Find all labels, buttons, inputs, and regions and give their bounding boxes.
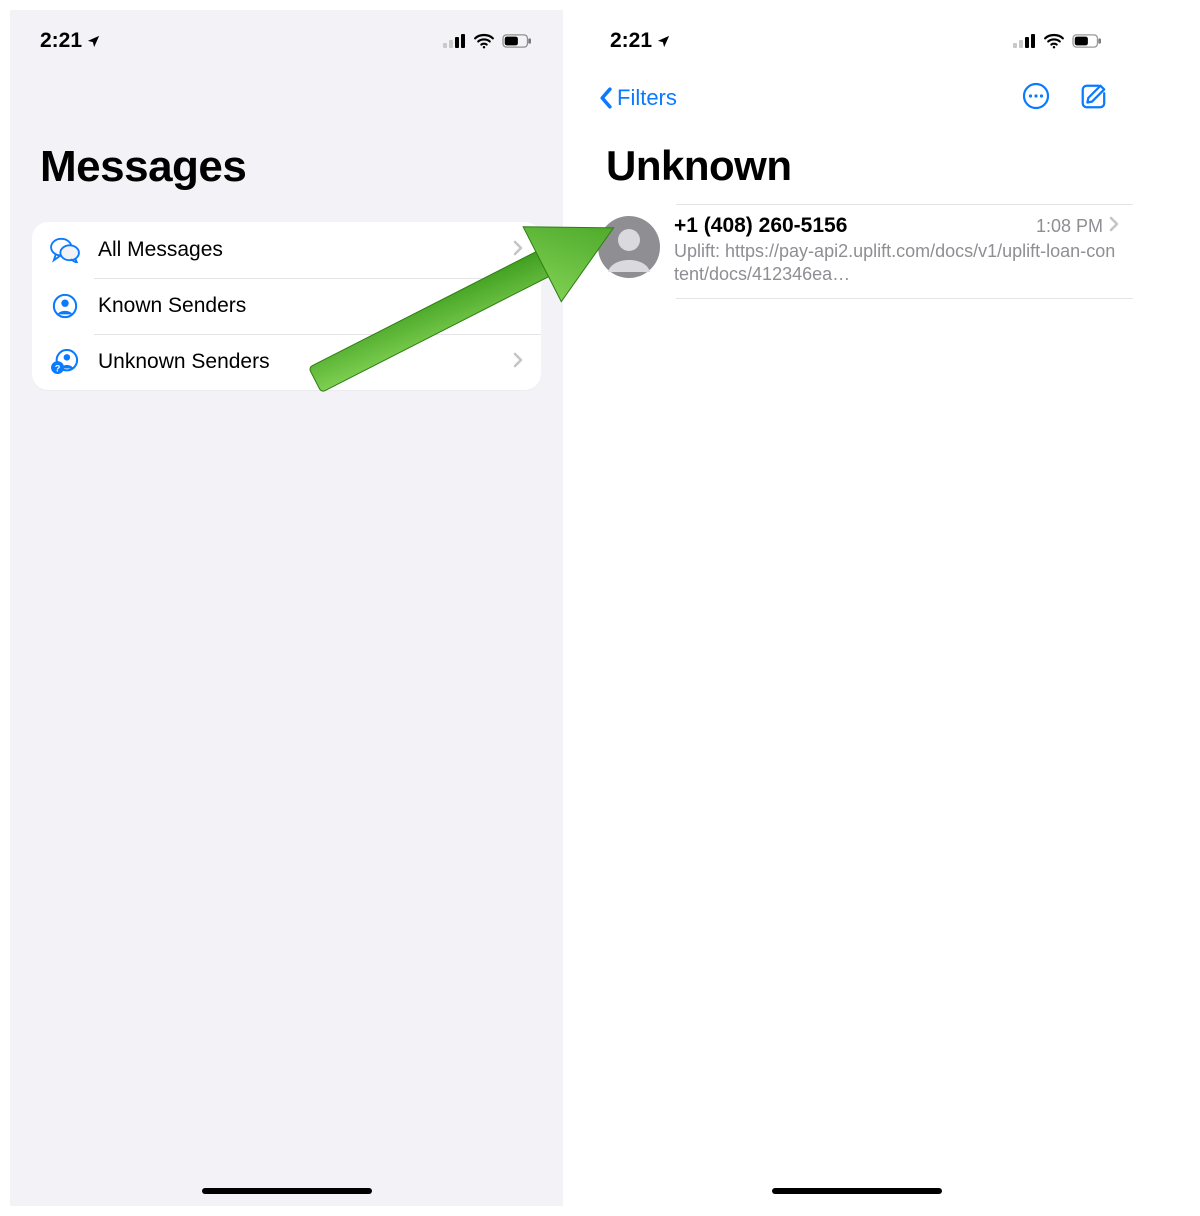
- battery-icon: [501, 34, 533, 48]
- page-title: Unknown: [580, 124, 1133, 204]
- status-time: 2:21: [610, 29, 652, 53]
- filter-list: All Messages Known Senders ? Unknown Sen…: [32, 222, 541, 390]
- status-time: 2:21: [40, 29, 82, 53]
- cellular-signal-icon: [443, 34, 467, 48]
- compose-button[interactable]: [1079, 82, 1107, 115]
- chevron-right-icon: [513, 352, 523, 373]
- ellipsis-circle-icon: [1021, 81, 1051, 111]
- avatar: [598, 216, 660, 278]
- conversation-time: 1:08 PM: [1036, 216, 1103, 237]
- filter-all-messages[interactable]: All Messages: [32, 222, 541, 278]
- back-label: Filters: [617, 85, 677, 111]
- person-question-icon: ?: [50, 349, 80, 375]
- filter-label: Known Senders: [98, 294, 523, 318]
- chevron-left-icon: [598, 87, 613, 109]
- messages-filter-screen: 2:21 Messages All Messages: [10, 10, 563, 1206]
- filter-label: Unknown Senders: [98, 350, 495, 374]
- conversation-sender: +1 (408) 260-5156: [674, 214, 1036, 238]
- home-indicator[interactable]: [202, 1188, 372, 1194]
- status-bar: 2:21: [580, 10, 1133, 64]
- battery-icon: [1071, 34, 1103, 48]
- location-icon: [656, 34, 671, 49]
- wifi-icon: [473, 33, 495, 49]
- svg-text:?: ?: [55, 363, 61, 373]
- chat-bubbles-icon: [50, 237, 80, 263]
- chevron-right-icon: [513, 240, 523, 261]
- more-button[interactable]: [1021, 81, 1051, 116]
- back-button[interactable]: Filters: [598, 85, 677, 111]
- location-icon: [86, 34, 101, 49]
- conversation-list: +1 (408) 260-5156 1:08 PM Uplift: https:…: [580, 204, 1133, 299]
- home-indicator[interactable]: [772, 1188, 942, 1194]
- wifi-icon: [1043, 33, 1065, 49]
- filter-label: All Messages: [98, 238, 495, 262]
- person-circle-icon: [50, 293, 80, 319]
- conversation-row[interactable]: +1 (408) 260-5156 1:08 PM Uplift: https:…: [580, 204, 1133, 299]
- page-title: Messages: [10, 64, 563, 222]
- filter-known-senders[interactable]: Known Senders: [32, 278, 541, 334]
- filter-unknown-senders[interactable]: ? Unknown Senders: [32, 334, 541, 390]
- conversation-preview: Uplift: https://pay-api2.uplift.com/docs…: [674, 240, 1119, 287]
- nav-bar: Filters: [580, 64, 1133, 124]
- cellular-signal-icon: [1013, 34, 1037, 48]
- unknown-senders-screen: 2:21 Filters Unknow: [580, 10, 1133, 1206]
- compose-icon: [1079, 82, 1107, 110]
- chevron-right-icon: [1109, 216, 1119, 237]
- status-bar: 2:21: [10, 10, 563, 64]
- person-silhouette-icon: [598, 216, 660, 278]
